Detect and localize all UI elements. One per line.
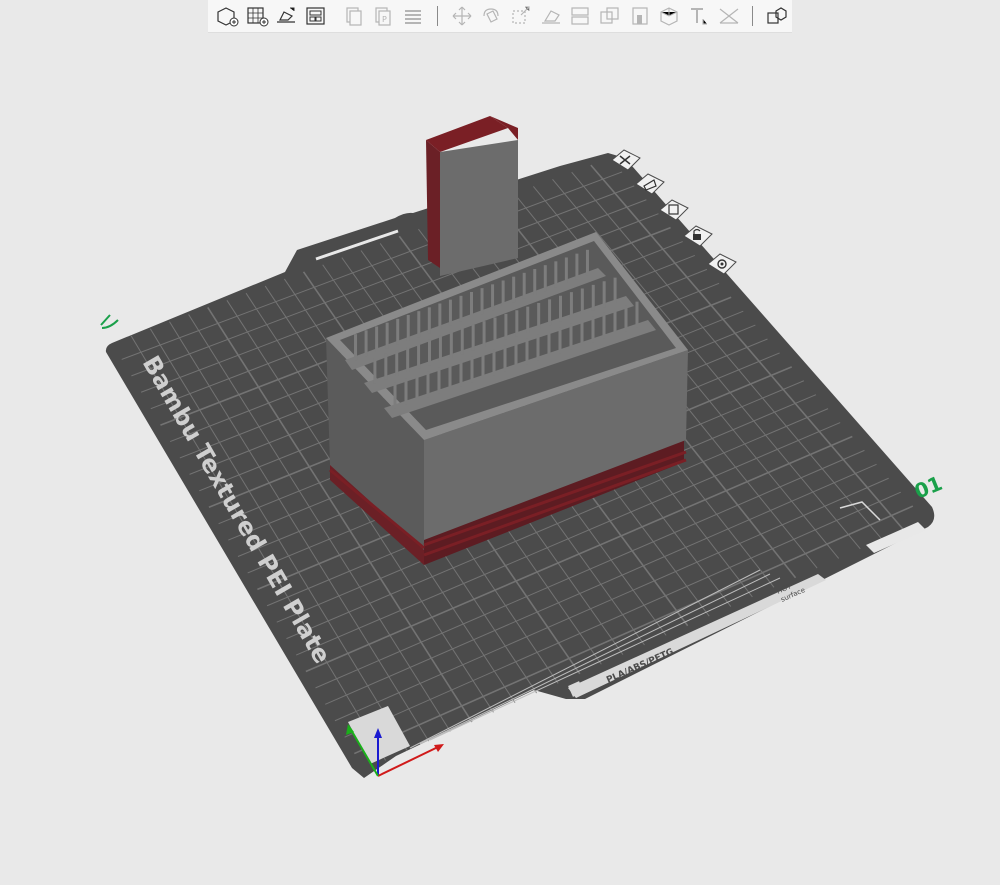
paste-icon: P bbox=[375, 7, 391, 26]
seam-paint-button[interactable] bbox=[656, 3, 682, 29]
rotate-button[interactable] bbox=[478, 3, 504, 29]
boolean-icon bbox=[600, 7, 619, 24]
add-object-button[interactable] bbox=[214, 3, 240, 29]
auto-orient-plate-icon bbox=[635, 173, 665, 195]
auto-orient-icon bbox=[277, 7, 296, 23]
rotate-icon bbox=[483, 8, 499, 23]
copy-icon bbox=[345, 7, 362, 26]
toolbar-separator bbox=[752, 6, 754, 26]
layers-button[interactable] bbox=[400, 3, 426, 29]
support-paint-icon bbox=[631, 7, 648, 25]
scale-button[interactable] bbox=[508, 3, 534, 29]
lock-plate-icon bbox=[683, 225, 713, 247]
3d-viewport[interactable]: Bambu Textured PEI Plate 01 PLA/ABS/PETG… bbox=[0, 0, 1000, 885]
arrange-button[interactable] bbox=[303, 3, 329, 29]
top-toolbar: P bbox=[208, 0, 792, 33]
move-button[interactable] bbox=[449, 3, 475, 29]
scale-icon bbox=[512, 6, 530, 24]
cut-button[interactable] bbox=[567, 3, 593, 29]
text-icon bbox=[690, 8, 707, 25]
move-icon bbox=[452, 6, 471, 26]
toolbar-separator bbox=[436, 6, 438, 26]
auto-orient-button[interactable] bbox=[273, 3, 299, 29]
plate-origin-mark bbox=[100, 314, 119, 329]
seam-paint-icon bbox=[660, 7, 678, 26]
model-tall-block[interactable] bbox=[426, 116, 518, 276]
lay-on-face-icon bbox=[541, 10, 560, 24]
svg-text:P: P bbox=[382, 15, 387, 24]
plate-settings-icon bbox=[707, 253, 737, 275]
plate-delete-button[interactable] bbox=[608, 148, 642, 172]
build-plate-scene[interactable]: Bambu Textured PEI Plate 01 PLA/ABS/PETG… bbox=[0, 0, 1000, 885]
measure-icon bbox=[719, 8, 738, 24]
cut-icon bbox=[571, 7, 589, 25]
lay-on-face-button[interactable] bbox=[538, 3, 564, 29]
plate-arrange-button[interactable] bbox=[656, 198, 690, 222]
boolean-button[interactable] bbox=[597, 3, 623, 29]
assembly-view-icon bbox=[767, 7, 787, 24]
plate-settings-button[interactable] bbox=[704, 252, 738, 276]
measure-button[interactable] bbox=[716, 3, 742, 29]
arrange-icon bbox=[306, 7, 325, 25]
add-object-icon bbox=[217, 7, 239, 27]
assembly-view-button[interactable] bbox=[764, 3, 790, 29]
plate-lock-button[interactable] bbox=[680, 224, 714, 248]
plate-auto-orient-button[interactable] bbox=[632, 172, 666, 196]
support-paint-button[interactable] bbox=[627, 3, 653, 29]
delete-plate-icon bbox=[611, 149, 641, 171]
add-plate-icon bbox=[246, 7, 268, 27]
arrange-plate-icon bbox=[659, 199, 689, 221]
add-plate-button[interactable] bbox=[244, 3, 270, 29]
layers-icon bbox=[404, 10, 421, 24]
copy-button[interactable] bbox=[341, 3, 367, 29]
paste-button[interactable]: P bbox=[370, 3, 396, 29]
text-button[interactable] bbox=[686, 3, 712, 29]
